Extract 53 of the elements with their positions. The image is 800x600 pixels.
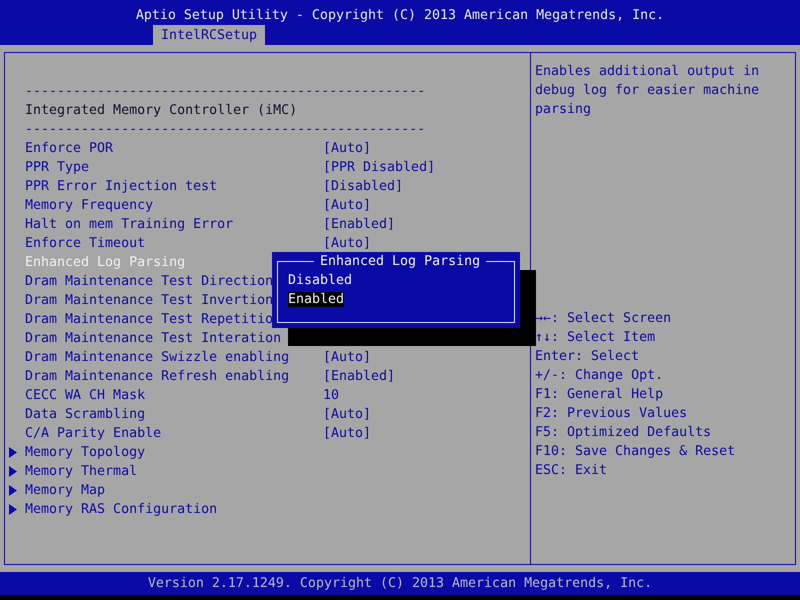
- setting-value[interactable]: [Auto]: [323, 234, 372, 253]
- key-hint: F5: Optimized Defaults: [535, 425, 712, 440]
- key-hint: F1: General Help: [535, 387, 664, 402]
- divider-line: --------------------------------------------------: [25, 122, 426, 137]
- key-hint: Enter: Select: [535, 349, 640, 364]
- setting-label[interactable]: Enforce Timeout: [25, 236, 146, 251]
- setting-value[interactable]: [Auto]: [323, 348, 372, 367]
- triangle-icon: [9, 466, 17, 477]
- window-title: Aptio Setup Utility - Copyright (C) 2013 American Megatrends, Inc.: [136, 7, 664, 25]
- setting-label[interactable]: Dram Maintenance Test Interation: [25, 331, 282, 346]
- popup-option[interactable]: Enabled: [288, 292, 344, 307]
- submenu-item[interactable]: Memory Topology: [25, 443, 146, 462]
- help-text: Enables additional output in debug log for easier machine parsing: [535, 63, 760, 119]
- setting-value[interactable]: [Auto]: [323, 424, 372, 443]
- setting-label[interactable]: Dram Maintenance Test Direction: [25, 274, 274, 289]
- popup-option[interactable]: Disabled: [288, 273, 352, 288]
- submenu-item[interactable]: Memory Map: [25, 481, 106, 500]
- setting-label[interactable]: PPR Type: [25, 160, 90, 175]
- setting-label[interactable]: Dram Maintenance Test Repetitio: [25, 312, 274, 327]
- setting-label[interactable]: Dram Maintenance Test Invertion: [25, 293, 274, 308]
- key-hint: F2: Previous Values: [535, 406, 688, 421]
- setting-label[interactable]: PPR Error Injection test: [25, 179, 218, 194]
- setting-value[interactable]: [Enabled]: [323, 215, 396, 234]
- setting-value[interactable]: [Auto]: [323, 405, 372, 424]
- setting-label[interactable]: Memory Frequency: [25, 198, 154, 213]
- setting-label[interactable]: CECC WA CH Mask: [25, 388, 146, 403]
- setting-value[interactable]: 10: [323, 386, 340, 405]
- setting-label[interactable]: C/A Parity Enable: [25, 426, 162, 441]
- setting-value[interactable]: [Auto]: [323, 139, 372, 158]
- setting-value[interactable]: [Disabled]: [323, 177, 404, 196]
- submenu-item[interactable]: Memory Thermal: [25, 462, 138, 481]
- popup-title: Enhanced Log Parsing: [314, 252, 486, 271]
- setting-label[interactable]: Dram Maintenance Refresh enabling: [25, 369, 290, 384]
- triangle-icon: [9, 485, 17, 496]
- section-heading: Integrated Memory Controller (iMC): [25, 103, 298, 118]
- submenu-item[interactable]: Memory RAS Configuration: [25, 500, 218, 519]
- setting-value[interactable]: [Enabled]: [323, 367, 396, 386]
- setting-value[interactable]: [Auto]: [323, 196, 372, 215]
- divider-line: --------------------------------------------------: [25, 84, 426, 99]
- setting-value[interactable]: [PPR Disabled]: [323, 158, 436, 177]
- triangle-icon: [9, 504, 17, 515]
- tab[interactable]: IntelRCSetup: [153, 25, 266, 45]
- triangle-icon: [9, 447, 17, 458]
- setting-label[interactable]: Halt on mem Training Error: [25, 217, 234, 232]
- setting-label[interactable]: Dram Maintenance Swizzle enabling: [25, 350, 290, 365]
- key-hint: +/-: Change Opt.: [535, 368, 664, 383]
- key-hint: →←: Select Screen: [535, 311, 672, 326]
- key-hint: ↑↓: Select Item: [535, 330, 656, 345]
- key-hint: ESC: Exit: [535, 463, 608, 478]
- key-hint: F10: Save Changes & Reset: [535, 444, 736, 459]
- setting-label[interactable]: Enforce POR: [25, 141, 114, 156]
- version-text: Version 2.17.1249. Copyright (C) 2013 American Megatrends, Inc.: [148, 575, 652, 593]
- setting-label[interactable]: Data Scrambling: [25, 407, 146, 422]
